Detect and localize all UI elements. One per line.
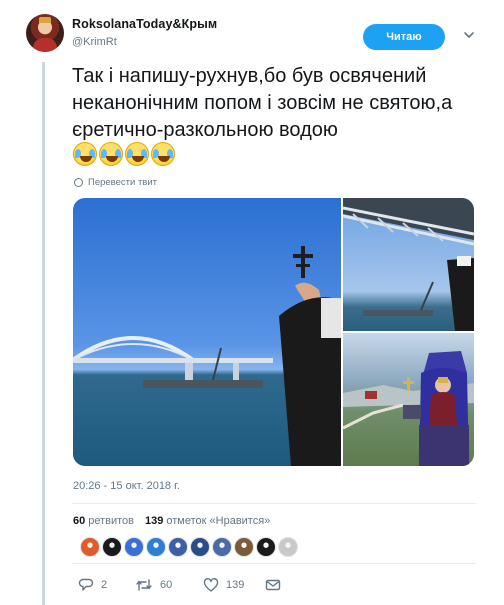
likes-label: отметок «Нравится» [166,515,271,527]
retweets-stat[interactable]: 60 ретвитов [73,515,134,527]
liker-avatar[interactable] [80,537,100,557]
liker-avatar[interactable] [168,537,188,557]
avatar-robe-shape [33,38,57,52]
divider [72,503,476,504]
retweet-count: 60 [160,579,173,591]
rolling-on-floor-laughing-emoji-icon [73,142,97,166]
reply-count: 2 [101,579,108,591]
liker-avatar[interactable] [278,537,298,557]
avatar-crown-shape [39,17,51,23]
retweets-count: 60 [73,515,86,527]
tweet-timestamp[interactable]: 20:26 - 15 окт. 2018 г. [73,480,180,492]
tweet-actions: 2 60 139 [78,577,281,593]
liker-avatar[interactable] [190,537,210,557]
avatar[interactable] [26,14,64,52]
retweet-button[interactable]: 60 [135,577,203,593]
liker-avatar[interactable] [256,537,276,557]
liker-avatar[interactable] [102,537,122,557]
user-handle[interactable]: @KrimRt [72,36,117,48]
reply-button[interactable]: 2 [78,577,135,593]
direct-message-button[interactable] [265,577,281,593]
likes-count: 139 [145,515,164,527]
rolling-on-floor-laughing-emoji-icon [151,142,175,166]
reply-icon [78,578,94,591]
like-button[interactable]: 139 [203,577,265,593]
bridge-from-below-photo[interactable] [343,198,474,331]
emoji-row [73,142,175,168]
divider [72,563,476,564]
globe-icon [74,178,83,187]
rolling-on-floor-laughing-emoji-icon [99,142,123,166]
liker-avatar[interactable] [234,537,254,557]
bridge-and-priest-cross-photo[interactable] [73,198,341,466]
tweet-text: Так і напишу-рухнув,бо був освячений нек… [72,65,453,141]
liker-avatar[interactable] [146,537,166,557]
retweets-label: ретвитов [88,515,135,527]
translate-tweet-link[interactable]: Перевести твит [74,177,157,188]
chevron-down-icon[interactable] [462,28,476,42]
balloon-blessing-photo[interactable] [343,333,474,466]
likes-stat[interactable]: 139 отметок «Нравится» [145,515,270,527]
display-name[interactable]: RoksolanaToday&Крым [72,17,217,31]
thread-line [42,62,45,605]
retweet-icon [136,579,152,591]
heart-icon [203,578,219,592]
follow-button[interactable]: Читаю [363,24,445,50]
rolling-on-floor-laughing-emoji-icon [125,142,149,166]
translate-label: Перевести твит [88,177,158,188]
liker-avatars [80,537,298,557]
liker-avatar[interactable] [124,537,144,557]
like-count: 139 [226,579,245,591]
tweet-stats: 60 ретвитов 139 отметок «Нравится» [73,515,270,527]
media-grid [73,198,474,466]
liker-avatar[interactable] [212,537,232,557]
envelope-icon [265,579,281,591]
